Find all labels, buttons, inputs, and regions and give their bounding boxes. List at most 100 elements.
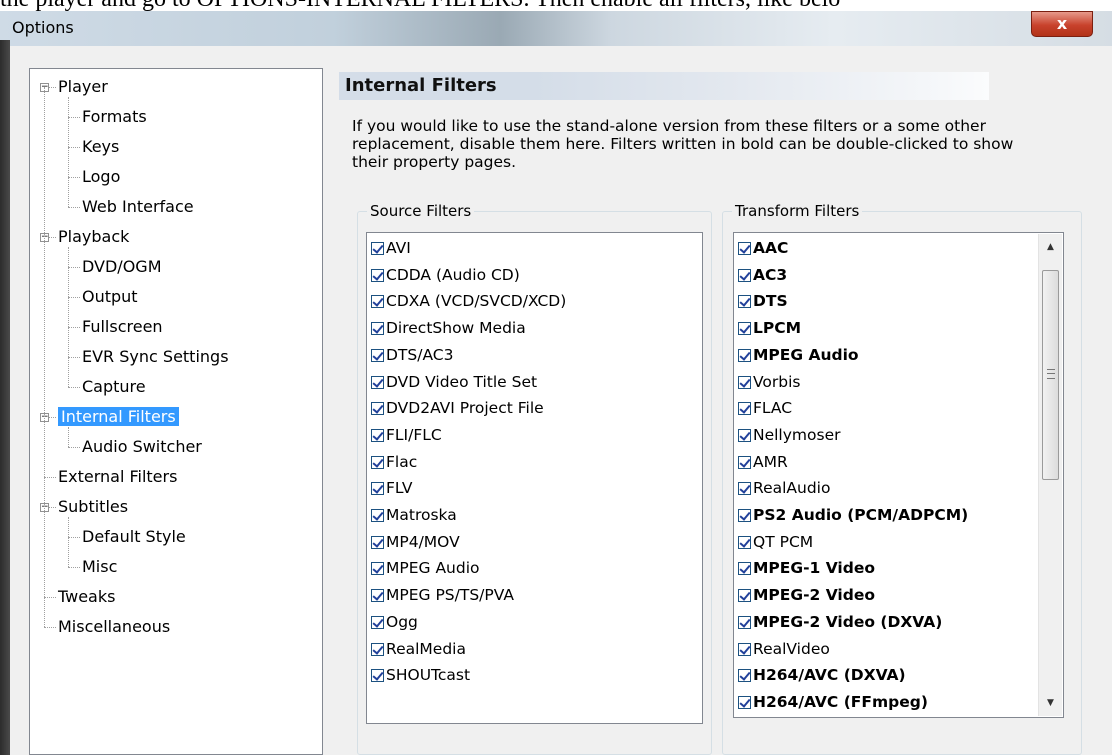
filter-checkbox[interactable] — [738, 669, 751, 683]
filter-item[interactable]: MPEG Audio — [371, 555, 480, 581]
filter-checkbox[interactable] — [371, 535, 384, 549]
tree-item-misc[interactable]: Misc — [82, 553, 117, 581]
filter-checkbox[interactable] — [371, 428, 384, 442]
filter-item[interactable]: AC3 — [738, 262, 787, 288]
source-filters-list[interactable]: AVI CDDA (Audio CD) CDXA (VCD/SVCD/XCD) Dir… — [366, 232, 703, 724]
filter-item[interactable]: CDXA (VCD/SVCD/XCD) — [371, 288, 566, 314]
filter-checkbox[interactable] — [371, 402, 384, 416]
filter-item[interactable]: CDDA (Audio CD) — [371, 262, 520, 288]
transform-filters-list[interactable]: AAC AC3 DTS LPCM MPEG Audio Vorbis FLAC Nellymo… — [733, 232, 1064, 718]
filter-checkbox[interactable] — [738, 428, 751, 442]
filter-item[interactable]: FLAC — [738, 395, 792, 421]
filter-checkbox[interactable] — [738, 322, 751, 336]
tree-item-keys[interactable]: Keys — [82, 133, 119, 161]
filter-item[interactable]: MPEG Audio — [738, 342, 859, 368]
filter-item[interactable]: PS2 Audio (PCM/ADPCM) — [738, 502, 968, 528]
filter-item[interactable]: H264/AVC (DXVA) — [738, 662, 906, 688]
filter-checkbox[interactable] — [738, 615, 751, 629]
filter-item[interactable]: DTS/AC3 — [371, 342, 453, 368]
filter-item[interactable]: FLV — [371, 475, 412, 501]
filter-checkbox[interactable] — [371, 268, 384, 282]
filter-item[interactable]: H264/AVC (FFmpeg) — [738, 689, 928, 715]
filter-item[interactable]: QT PCM — [738, 529, 813, 555]
filter-checkbox[interactable] — [738, 455, 751, 469]
tree-item-logo[interactable]: Logo — [82, 163, 120, 191]
filter-label: Nellymoser — [753, 425, 841, 444]
tree-item-audio-switcher[interactable]: Audio Switcher — [82, 433, 202, 461]
filter-checkbox[interactable] — [738, 562, 751, 576]
filter-item[interactable]: Ogg — [371, 609, 418, 635]
filter-item[interactable]: DTS — [738, 288, 788, 314]
filter-label: DVD2AVI Project File — [386, 399, 544, 418]
filter-item[interactable]: DVD2AVI Project File — [371, 395, 544, 421]
tree-item-formats[interactable]: Formats — [82, 103, 147, 131]
tree-item-external-filters[interactable]: External Filters — [58, 463, 177, 491]
tree-item-evr-sync-settings[interactable]: EVR Sync Settings — [82, 343, 229, 371]
filter-item[interactable]: AVI — [371, 235, 411, 261]
scroll-down-icon[interactable]: ▼ — [1039, 692, 1062, 714]
title-bar[interactable]: Options x — [0, 11, 1112, 46]
tree-item-fullscreen[interactable]: Fullscreen — [82, 313, 163, 341]
filter-checkbox[interactable] — [371, 455, 384, 469]
filter-checkbox[interactable] — [738, 402, 751, 416]
filter-checkbox[interactable] — [738, 295, 751, 309]
filter-checkbox[interactable] — [738, 695, 751, 709]
filter-item[interactable]: Flac — [371, 449, 417, 475]
tree-item-player[interactable]: Player — [58, 73, 108, 101]
tree-item-label: Logo — [82, 167, 121, 186]
filter-checkbox[interactable] — [371, 322, 384, 336]
filter-checkbox[interactable] — [738, 268, 751, 282]
tree-item-output[interactable]: Output — [82, 283, 138, 311]
filter-checkbox[interactable] — [738, 482, 751, 496]
tree-item-dvd-ogm[interactable]: DVD/OGM — [82, 253, 162, 281]
filter-checkbox[interactable] — [371, 642, 384, 656]
filter-checkbox[interactable] — [371, 242, 384, 255]
filter-item[interactable]: MP4/MOV — [371, 529, 460, 555]
filter-checkbox[interactable] — [371, 562, 384, 576]
transform-filters-scrollbar[interactable]: ▲ ▼ — [1038, 234, 1062, 716]
filter-item[interactable]: RealAudio — [738, 475, 830, 501]
filter-item[interactable]: Vorbis — [738, 369, 800, 395]
tree-item-capture[interactable]: Capture — [82, 373, 146, 401]
filter-item[interactable]: SHOUTcast — [371, 662, 470, 688]
filter-item[interactable]: MPEG PS/TS/PVA — [371, 582, 514, 608]
tree-item-web-interface[interactable]: Web Interface — [82, 193, 194, 221]
filter-checkbox[interactable] — [371, 509, 384, 522]
filter-item[interactable]: DVD Video Title Set — [371, 369, 537, 395]
scroll-up-icon[interactable]: ▲ — [1039, 236, 1062, 258]
filter-checkbox[interactable] — [371, 482, 384, 496]
filter-item[interactable]: RealVideo — [738, 636, 830, 662]
filter-checkbox[interactable] — [738, 348, 751, 362]
filter-checkbox[interactable] — [371, 615, 384, 629]
filter-item[interactable]: RealMedia — [371, 636, 466, 662]
filter-item[interactable]: Matroska — [371, 502, 457, 528]
filter-item[interactable]: MPEG-2 Video — [738, 582, 875, 608]
scroll-thumb[interactable] — [1042, 270, 1059, 480]
filter-checkbox[interactable] — [738, 375, 751, 389]
filter-item[interactable]: DirectShow Media — [371, 315, 526, 341]
filter-checkbox[interactable] — [371, 669, 384, 683]
filter-checkbox[interactable] — [371, 589, 384, 603]
filter-checkbox[interactable] — [371, 295, 384, 309]
filter-item[interactable]: LPCM — [738, 315, 801, 341]
filter-checkbox[interactable] — [738, 589, 751, 603]
filter-item[interactable]: AMR — [738, 449, 788, 475]
filter-item[interactable]: Nellymoser — [738, 422, 840, 448]
tree-item-default-style[interactable]: Default Style — [82, 523, 186, 551]
filter-item[interactable]: MPEG-1 Video — [738, 555, 875, 581]
tree-item-tweaks[interactable]: Tweaks — [58, 583, 115, 611]
tree-connector — [68, 247, 69, 387]
tree-item-internal-filters[interactable]: Internal Filters — [58, 403, 179, 431]
filter-item[interactable]: AAC — [738, 235, 788, 261]
filter-item[interactable]: FLI/FLC — [371, 422, 442, 448]
filter-item[interactable]: MPEG-2 Video (DXVA) — [738, 609, 942, 635]
close-button[interactable]: x — [1031, 11, 1093, 37]
filter-checkbox[interactable] — [738, 535, 751, 549]
filter-checkbox[interactable] — [738, 642, 751, 656]
filter-checkbox[interactable] — [371, 348, 384, 362]
tree-item-miscellaneous[interactable]: Miscellaneous — [58, 613, 170, 641]
filter-checkbox[interactable] — [371, 375, 384, 389]
filter-checkbox[interactable] — [738, 242, 751, 255]
options-tree[interactable]: Player − Formats Keys Logo Web Interface Playb… — [29, 68, 323, 755]
filter-checkbox[interactable] — [738, 509, 751, 522]
